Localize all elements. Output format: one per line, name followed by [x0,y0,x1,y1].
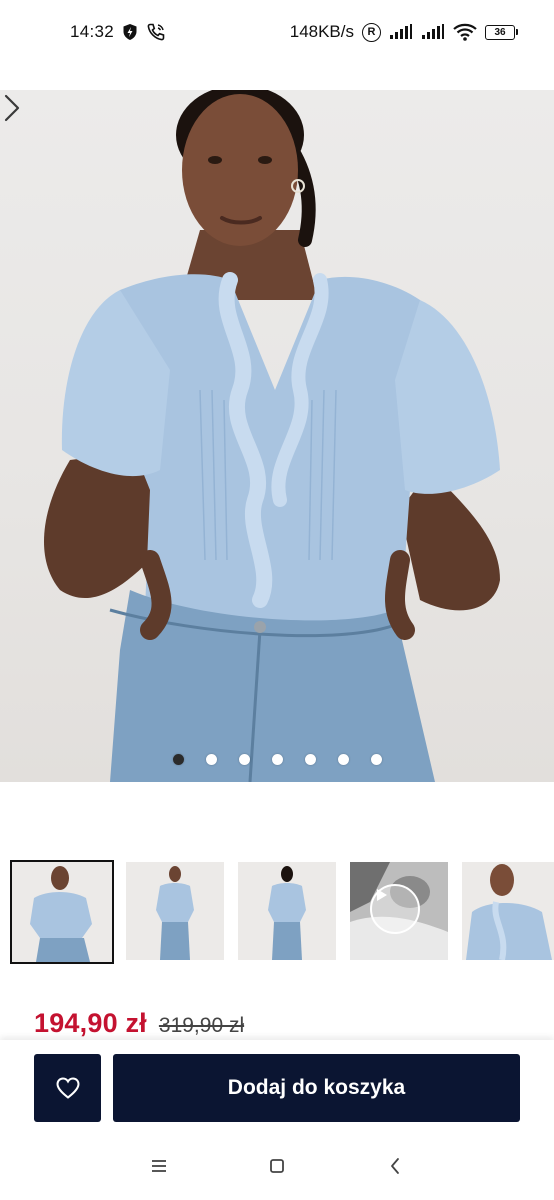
product-photo [43,90,500,782]
battery-level: 36 [485,24,515,40]
thumbnail-image[interactable] [462,862,554,960]
price-row: 194,90 zł 319,90 zł [34,1008,244,1039]
carousel-dots [0,754,554,765]
battery-icon: 36 [485,24,518,40]
product-page: 14:32 148KB/s R 36 194,90 zł 319,90 zł D… [0,0,554,1200]
call-icon [147,23,165,41]
back-icon[interactable] [375,1146,415,1186]
system-nav-bar [0,1132,554,1200]
menu-icon[interactable] [139,1146,179,1186]
battery-tip [516,29,518,35]
status-right: 148KB/s R 36 [290,22,518,42]
product-image-carousel[interactable] [0,90,554,782]
thumbnail-photo [126,862,224,960]
signal-icon [422,24,444,39]
wifi-icon [453,23,477,41]
carousel-dot[interactable] [370,754,382,765]
heart-icon [55,1077,80,1099]
thumbnail-image[interactable] [10,860,114,964]
shield-icon [123,24,137,40]
current-price: 194,90 zł [34,1008,147,1038]
thumbnail-image[interactable] [238,862,336,960]
bottom-action-bar: Dodaj do koszyka [0,1040,554,1132]
thumbnail-photo [238,862,336,960]
carousel-dot[interactable] [205,754,217,765]
carousel-dot[interactable] [304,754,316,765]
add-to-cart-button[interactable]: Dodaj do koszyka [113,1054,520,1122]
wishlist-button[interactable] [34,1054,101,1122]
signal-icon [390,24,412,39]
thumbnail-strip [10,860,554,964]
carousel-dot[interactable] [172,754,184,765]
carousel-dot[interactable] [271,754,283,765]
play-icon[interactable] [370,884,420,934]
carousel-dot[interactable] [337,754,349,765]
home-square-icon[interactable] [257,1146,297,1186]
chevron-right-icon[interactable] [0,90,24,126]
roaming-badge: R [362,22,381,42]
thumbnail-image[interactable] [126,862,224,960]
thumbnail-photo [462,862,554,960]
network-speed: 148KB/s [289,22,354,41]
original-price: 319,90 zł [158,1014,245,1037]
thumbnail-photo [12,862,112,962]
thumbnail-video[interactable] [350,862,448,960]
status-bar: 14:32 148KB/s R 36 [0,0,554,64]
carousel-dot[interactable] [238,754,250,765]
status-left: 14:32 [70,22,166,42]
status-time: 14:32 [70,22,115,41]
